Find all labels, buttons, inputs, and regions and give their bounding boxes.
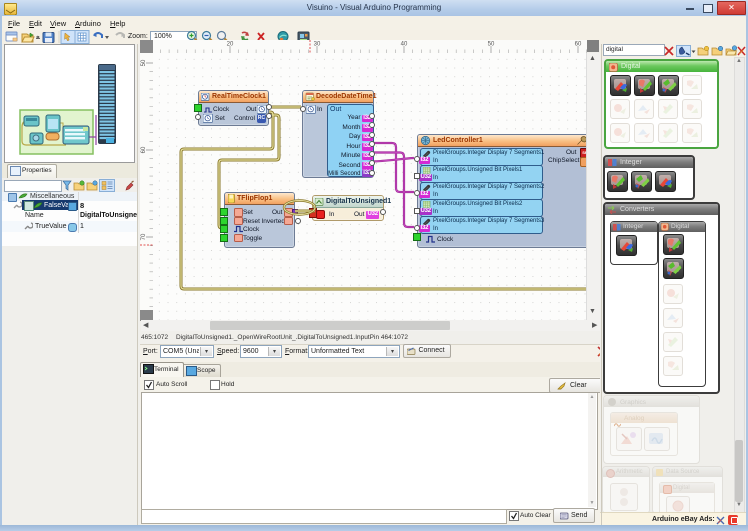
svg-text:70: 70 xyxy=(141,233,147,240)
svg-text:20: 20 xyxy=(227,42,234,48)
svg-text:60: 60 xyxy=(575,42,582,48)
svg-text:40: 40 xyxy=(401,42,408,48)
svg-text:50: 50 xyxy=(488,42,495,48)
svg-text:30: 30 xyxy=(314,42,321,48)
svg-text:60: 60 xyxy=(141,146,147,153)
svg-text:50: 50 xyxy=(141,59,147,66)
